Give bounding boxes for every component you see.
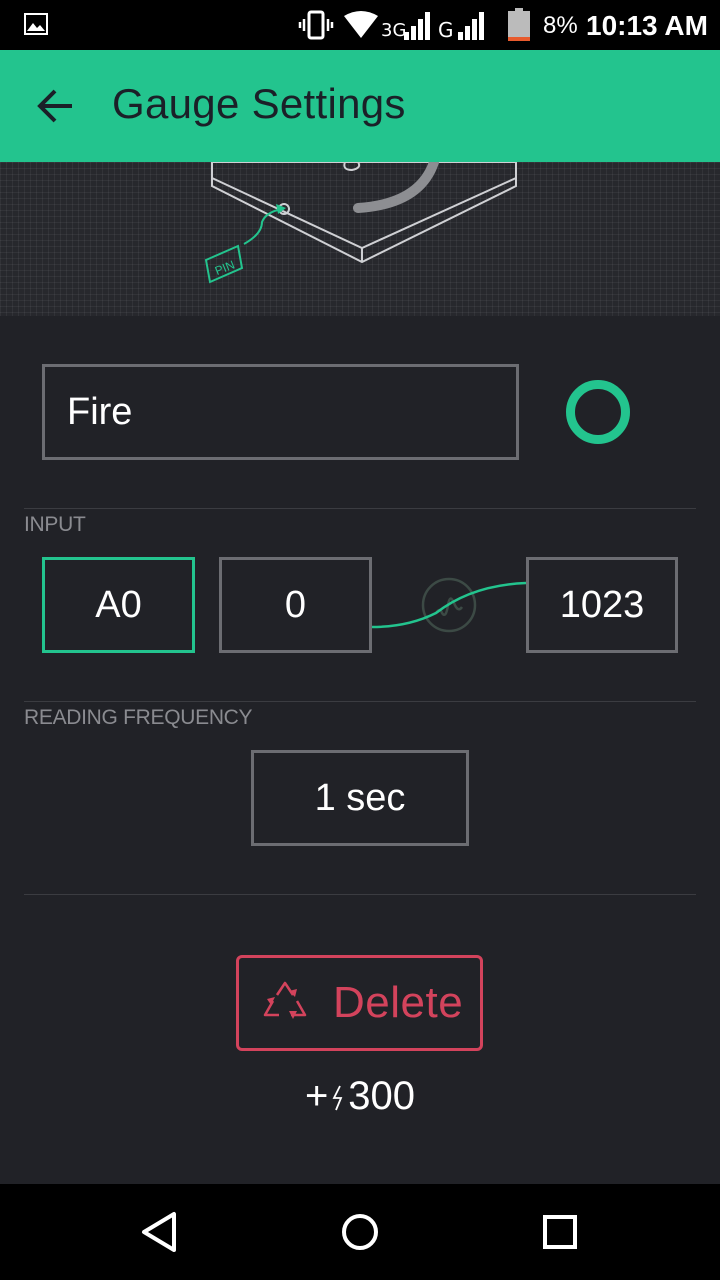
settings-content: Fire INPUT A0 0 1023 READING FREQUENCY 1… (0, 316, 720, 1184)
page-title: Gauge Settings (112, 80, 406, 127)
divider (24, 508, 696, 509)
bolt-icon (332, 1086, 343, 1111)
vibrate-icon (298, 10, 334, 40)
mapping-curve-icon (372, 577, 526, 633)
widget-name-input[interactable]: Fire (42, 364, 519, 460)
network-type-label-secondary: G (438, 18, 454, 42)
energy-prefix: + (304, 1074, 329, 1118)
delete-label: Delete (333, 978, 464, 1027)
pin-value: A0 (95, 583, 142, 626)
back-triangle-icon[interactable] (136, 1208, 184, 1256)
frequency-value: 1 sec (314, 776, 406, 819)
clock: 10:13 AM (586, 10, 708, 41)
signal-icon (404, 12, 430, 40)
device-illustration: PIN (204, 162, 517, 284)
back-button[interactable] (24, 76, 88, 136)
widget-name-value: Fire (67, 390, 133, 433)
battery-percent: 8% (543, 12, 578, 39)
home-circle-icon[interactable] (336, 1208, 384, 1256)
gauge-illustration: PIN (0, 162, 720, 316)
energy-cost: + 300 (0, 1074, 720, 1119)
arrow-left-icon (37, 89, 72, 123)
min-value: 0 (284, 583, 307, 626)
divider (24, 701, 696, 702)
recents-square-icon[interactable] (536, 1208, 584, 1256)
status-bar: 3G G 8% 10:13 AM (0, 0, 720, 50)
pin-tag: PIN (204, 244, 244, 284)
frequency-section-label: READING FREQUENCY (24, 706, 253, 729)
battery-icon (508, 8, 530, 41)
system-nav-bar (0, 1184, 720, 1280)
min-value-input[interactable]: 0 (219, 557, 372, 653)
gallery-icon (24, 13, 48, 35)
app-header: Gauge Settings (0, 50, 720, 162)
energy-amount: 300 (348, 1074, 416, 1118)
max-value: 1023 (559, 583, 645, 626)
divider (24, 894, 696, 895)
wifi-icon (344, 11, 378, 38)
reading-frequency-button[interactable]: 1 sec (251, 750, 469, 846)
input-section-label: INPUT (24, 513, 86, 536)
pin-tag-label: PIN (213, 258, 237, 278)
recycle-icon (263, 981, 307, 1019)
color-picker-button[interactable] (566, 380, 630, 444)
pin-selector-button[interactable]: A0 (42, 557, 195, 653)
delete-button[interactable]: Delete (236, 955, 483, 1051)
max-value-input[interactable]: 1023 (526, 557, 678, 653)
signal-icon (458, 12, 484, 40)
